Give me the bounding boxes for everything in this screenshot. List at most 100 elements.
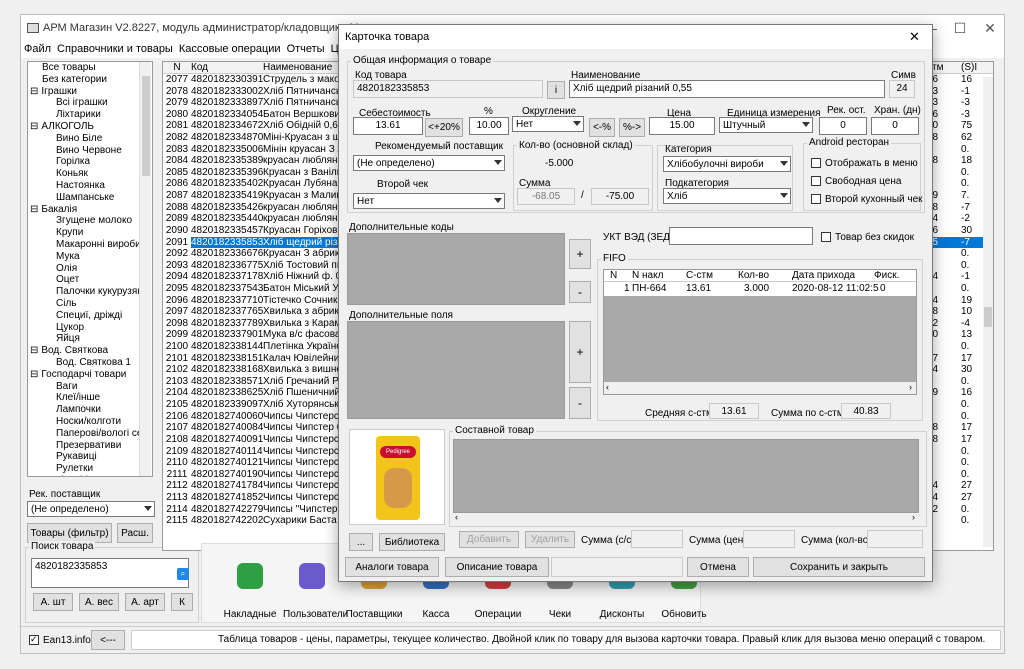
no-discount-checkbox[interactable] (821, 232, 831, 242)
tree-item[interactable]: Презервативи (28, 440, 152, 452)
search-icon[interactable]: ⌕ (177, 568, 189, 580)
ean13-checkbox[interactable]: ✓ (29, 634, 39, 645)
table-row[interactable]: 2090 4820182335457Круасан Горіховий (163, 225, 341, 237)
table-row[interactable]: 2080 4820182334054Батон Вершковий (163, 109, 341, 121)
expand-icon[interactable]: ⊟ (30, 121, 38, 132)
table-row[interactable]: 2107 4820182740084Чипсы Чипстер бе (163, 422, 341, 434)
table-row[interactable]: 21054820182339097Хліб Хуторянський (163, 399, 341, 411)
pct-arrow-button[interactable]: %-> (619, 118, 645, 137)
table-row[interactable]: 2096 4820182337710Тістечко Сочник з (163, 295, 341, 307)
second-kitchen-checkbox[interactable] (811, 194, 821, 204)
table-row[interactable]: 20844820182335389круасан любляна 0 (163, 155, 341, 167)
plus20-button[interactable]: <+20% (425, 118, 463, 137)
search-sht-button[interactable]: А. шт (33, 593, 73, 611)
category-tree[interactable]: Все товары Без категории ⊟ Іграшки Всі іграш… (27, 61, 153, 477)
tree-item[interactable]: Клеї/інше (28, 392, 152, 404)
tree-item[interactable]: ⊟Ковб. хліб з зернами в (28, 475, 152, 476)
second-check-select[interactable]: Нет (353, 193, 505, 209)
grid-scroll-thumb[interactable] (984, 307, 992, 327)
table-row[interactable]: 21014820182338151Калач Ювілейний Е (163, 353, 341, 365)
table-row[interactable]: 2078 4820182333002Хліб Пятничанськ (163, 86, 341, 98)
save-close-button[interactable]: Сохранить и закрыть (753, 557, 925, 577)
grid-col-s[interactable]: (S)І (961, 62, 977, 73)
composite-delete-button[interactable]: Удалить (525, 531, 575, 548)
expand-icon[interactable]: ⊟ (30, 204, 38, 215)
table-row[interactable]: 20894820182335440круасан любляна 0 (163, 213, 341, 225)
dots-button[interactable]: ... (349, 533, 373, 551)
tree-item[interactable]: Згущене молоко (28, 215, 152, 227)
tree-item[interactable]: Оцет (28, 274, 152, 286)
cost-field[interactable]: 13.61 (353, 117, 423, 135)
fifo-col-header[interactable]: Дата прихода (792, 270, 855, 281)
info-button[interactable]: i (547, 81, 565, 99)
category-select[interactable]: Хлібобулочні вироби (663, 156, 791, 172)
tree-item[interactable]: Ваги (28, 381, 152, 393)
composite-add-button[interactable]: Добавить (459, 531, 519, 548)
tree-item[interactable]: Олія (28, 263, 152, 275)
fifo-col-header[interactable]: Кол-во (738, 270, 769, 281)
ukt-field[interactable] (669, 227, 813, 245)
tree-item[interactable]: Коньяк (28, 168, 152, 180)
table-row[interactable]: 21134820182741852Чипсы Чипстерс на (163, 492, 341, 504)
close-icon[interactable]: ✕ (976, 19, 1004, 37)
table-row[interactable]: 21044820182338625Хліб Пшеничнийбе (163, 387, 341, 399)
library-button[interactable]: Библиотека (379, 533, 445, 551)
extra-fields-list[interactable] (347, 321, 565, 419)
tree-scroll-thumb[interactable] (142, 76, 150, 176)
expand-icon[interactable]: ⊟ (30, 475, 38, 476)
table-row[interactable]: 2115 4820182742202Сухарики Баста Г (163, 515, 341, 527)
menu-cash-ops[interactable]: Кассовые операции (176, 41, 284, 58)
fifo-col-header[interactable]: N (610, 270, 617, 281)
subcategory-select[interactable]: Хліб (663, 188, 791, 204)
tree-item[interactable]: Яйця (28, 333, 152, 345)
table-row[interactable]: 21094820182740114Чипсы Чипстерс на (163, 446, 341, 458)
tree-item[interactable]: Мука (28, 251, 152, 263)
tree-item[interactable]: ⊟ Іграшки (28, 86, 152, 98)
table-row[interactable]: 20774820182330391Струдель з маком в (163, 74, 341, 86)
tree-item[interactable]: Паперові/вологі сер (28, 428, 152, 440)
back-button[interactable]: <--- (91, 630, 125, 650)
free-price-checkbox[interactable] (811, 176, 821, 186)
table-row[interactable]: 21064820182740060Чипсы Чипстерс на (163, 411, 341, 423)
table-row[interactable]: 20834820182335006Мінін круасан З Але (163, 144, 341, 156)
tree-item[interactable]: Вод. Святкова 1 (28, 357, 152, 369)
menu-reports[interactable]: Отчеты (284, 41, 328, 58)
dialog-close-icon[interactable]: ✕ (909, 29, 920, 45)
table-row[interactable]: 2102 4820182338168Хвилька з вишнев (163, 364, 341, 376)
table-row[interactable]: 21114820182740190Чипсы Чипстерс во (163, 469, 341, 481)
composite-list[interactable] (453, 439, 919, 513)
round-select[interactable]: Нет (512, 116, 584, 132)
extra-codes-add-button[interactable]: + (569, 239, 591, 269)
rec-supplier-select[interactable]: (Не определено) (27, 501, 155, 517)
table-row[interactable]: 2103 4820182338571Хліб Гречаний Р3 (163, 376, 341, 388)
tree-item[interactable]: Рулетки (28, 463, 152, 475)
composite-hscroll[interactable]: ‹ › (453, 512, 919, 524)
expand-icon[interactable]: ⊟ (30, 86, 38, 97)
chevron-right-icon[interactable]: › (909, 382, 912, 392)
tree-item[interactable]: Настоянка (28, 180, 152, 192)
fifo-col-header[interactable]: N накл (632, 270, 663, 281)
table-row[interactable]: 21004820182338144Плетінка Українськ (163, 341, 341, 353)
name-field[interactable]: Хліб щедрий різаний 0,55 (569, 80, 885, 98)
extra-fields-remove-button[interactable]: - (569, 387, 591, 419)
table-row[interactable]: 20874820182335419Круасан з Малинов (163, 190, 341, 202)
table-row[interactable]: 20924820182336676Круасан З абрикос (163, 248, 341, 260)
table-row[interactable]: 2094 4820182337178Хліб Ніжний ф. 0,5 (163, 271, 341, 283)
table-row[interactable]: 2091 4820182335853Хліб щедрий різан (163, 236, 341, 249)
tree-item[interactable]: Вино Біле (28, 133, 152, 145)
table-row[interactable]: 20934820182336775Хліб Тостовий пше (163, 260, 341, 272)
expand-icon[interactable]: ⊟ (30, 369, 38, 380)
search-weight-button[interactable]: А. вес (79, 593, 119, 611)
chevron-right-icon[interactable]: › (912, 512, 915, 522)
grid-col-code[interactable]: Код (191, 62, 263, 74)
pct-field[interactable]: 10.00 (469, 117, 509, 135)
tree-item[interactable]: Горілка (28, 156, 152, 168)
price-field[interactable]: 15.00 (649, 117, 715, 135)
extra-codes-list[interactable] (347, 233, 565, 305)
table-row[interactable]: 21084820182740091Чипсы Чипстерс на (163, 434, 341, 446)
tree-item[interactable]: Все товары (28, 62, 152, 74)
tree-item[interactable]: Рукавиці (28, 451, 152, 463)
toolbar-button[interactable]: Пользователи (283, 553, 348, 633)
table-row[interactable]: 20884820182335426круасан любляна 0 (163, 202, 341, 214)
search-art-button[interactable]: А. арт (125, 593, 165, 611)
